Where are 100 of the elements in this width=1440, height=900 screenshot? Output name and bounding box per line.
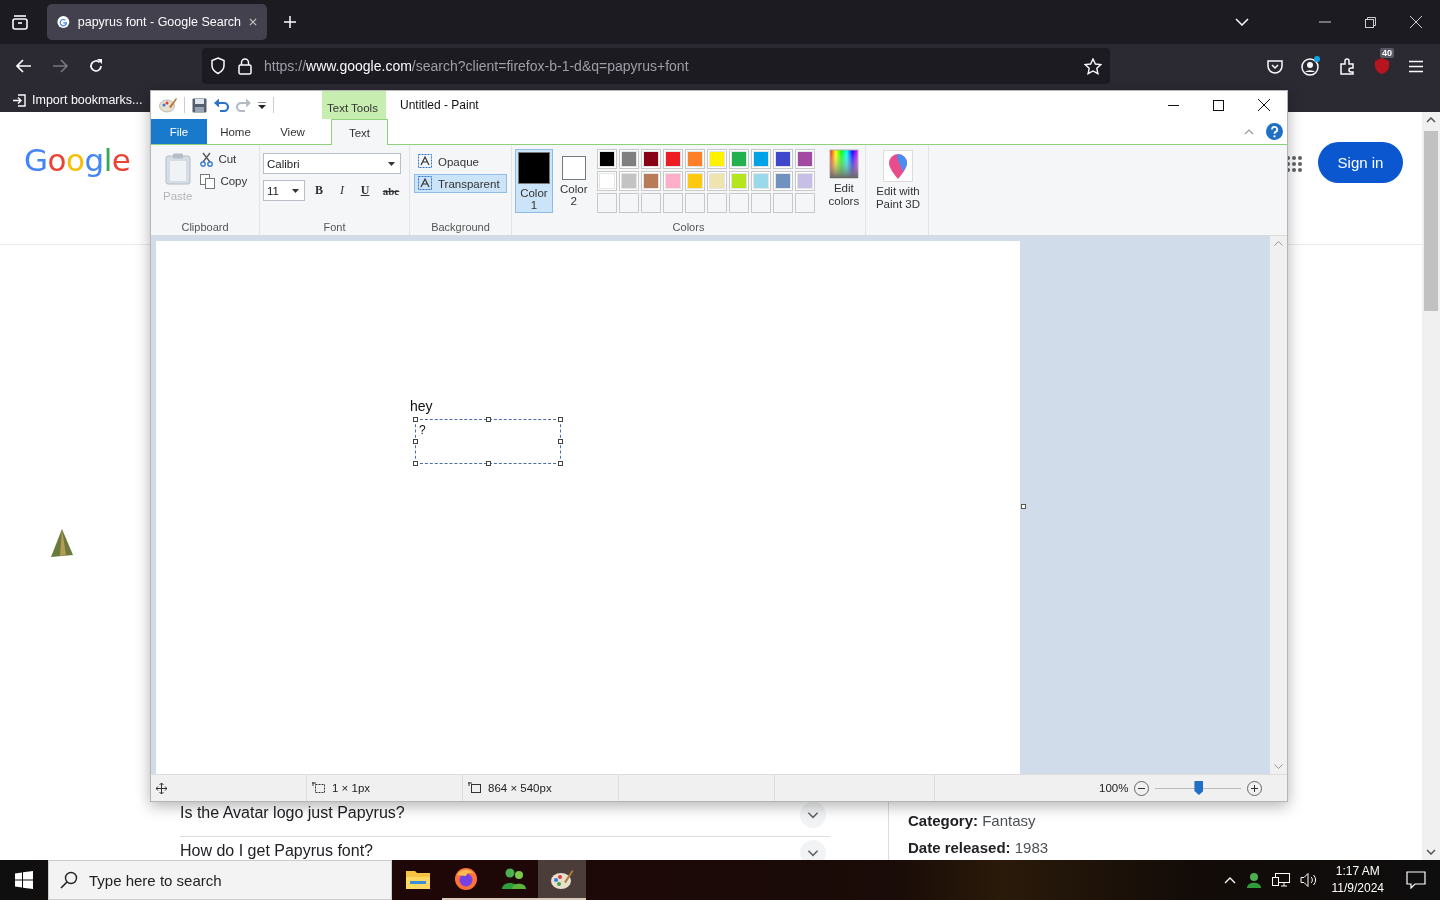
slider-thumb[interactable] bbox=[1194, 781, 1204, 795]
faq-question[interactable]: How do I get Papyrus font? bbox=[180, 840, 373, 860]
bold-button[interactable]: B bbox=[310, 183, 328, 198]
canvas-size-icon bbox=[468, 782, 482, 794]
restore-icon[interactable] bbox=[1365, 16, 1376, 28]
show-hidden-icons-icon[interactable] bbox=[1223, 876, 1236, 884]
clipboard-icon bbox=[164, 153, 191, 185]
resize-handle[interactable] bbox=[558, 417, 563, 422]
expand-chevron-icon[interactable] bbox=[800, 840, 826, 860]
paint-3d-icon bbox=[883, 150, 913, 182]
color-slot-button[interactable]: Color 1 bbox=[515, 149, 553, 213]
sign-in-button[interactable]: Sign in bbox=[1318, 142, 1403, 183]
background-option[interactable]: Transparent bbox=[414, 174, 507, 193]
extensions-icon[interactable] bbox=[1339, 57, 1356, 75]
menu-icon[interactable] bbox=[1408, 59, 1424, 73]
font-size-dropdown[interactable]: 11 bbox=[263, 180, 305, 201]
undo-icon[interactable] bbox=[214, 98, 229, 112]
clock[interactable]: 1:17 AM 11/9/2024 bbox=[1331, 863, 1384, 897]
scroll-up-icon[interactable] bbox=[1426, 117, 1436, 123]
taskbar-search-field[interactable]: Type here to search bbox=[48, 860, 392, 900]
shield-icon[interactable] bbox=[210, 57, 226, 75]
notifications-icon[interactable] bbox=[1406, 871, 1426, 889]
italic-button[interactable]: I bbox=[333, 183, 351, 198]
move-cursor-icon bbox=[156, 782, 167, 794]
ribbon-tab[interactable]: Text bbox=[331, 119, 388, 145]
drawing-canvas[interactable]: hey ? bbox=[156, 241, 1020, 774]
google-favicon-icon bbox=[57, 14, 70, 30]
canvas-size: 864 × 540px bbox=[488, 782, 552, 794]
expand-chevron-icon[interactable] bbox=[800, 802, 826, 828]
extension-badge: 40 bbox=[1380, 48, 1394, 58]
address-bar[interactable]: https://www.google.com/search?client=firefox-b-1-d&q=papyrus+font bbox=[202, 48, 1110, 84]
ribbon-tab[interactable]: View bbox=[264, 119, 321, 144]
account-icon[interactable] bbox=[1301, 56, 1321, 76]
customize-caret-icon[interactable] bbox=[258, 101, 266, 109]
cone-icon bbox=[50, 528, 74, 558]
cut-button[interactable]: Cut bbox=[200, 150, 248, 168]
person-tray-icon[interactable] bbox=[1245, 872, 1262, 888]
zoom-out-icon[interactable] bbox=[1134, 780, 1150, 796]
group-label: Font bbox=[322, 221, 347, 235]
back-icon[interactable] bbox=[16, 59, 32, 73]
bookmark-star-icon[interactable] bbox=[1084, 57, 1102, 75]
volume-icon[interactable] bbox=[1299, 872, 1318, 888]
canvas-text: hey bbox=[410, 398, 433, 414]
text-box[interactable]: ? bbox=[415, 419, 561, 464]
file-menu-button[interactable]: File bbox=[151, 119, 207, 144]
new-tab-icon[interactable] bbox=[283, 15, 297, 29]
copy-button[interactable]: Copy bbox=[200, 172, 248, 190]
edit-colors-button[interactable]: Edit colors bbox=[822, 149, 865, 208]
save-icon[interactable] bbox=[192, 97, 207, 113]
browser-tab[interactable]: papyrus font - Google Search bbox=[47, 4, 267, 40]
resize-handle[interactable] bbox=[558, 439, 563, 444]
resize-handle[interactable] bbox=[413, 417, 418, 422]
dropdown-caret-icon bbox=[388, 161, 395, 166]
fact-text: Date released: 1983 bbox=[908, 839, 1049, 856]
forward-icon[interactable] bbox=[52, 59, 68, 73]
pocket-icon[interactable] bbox=[1267, 58, 1283, 74]
background-option[interactable]: Opaque bbox=[414, 152, 507, 171]
group-label: Clipboard bbox=[180, 221, 230, 235]
help-icon[interactable] bbox=[1266, 123, 1283, 140]
close-icon[interactable] bbox=[1258, 99, 1270, 111]
strikethrough-button[interactable]: abc bbox=[379, 184, 403, 197]
resize-handle[interactable] bbox=[413, 439, 418, 444]
color-slot-button[interactable]: Color 2 bbox=[554, 149, 593, 213]
zoom-level: 100% bbox=[1099, 782, 1129, 794]
collapse-ribbon-icon[interactable] bbox=[1244, 128, 1254, 135]
scissors-icon bbox=[200, 151, 214, 167]
lock-icon[interactable] bbox=[238, 57, 252, 75]
start-icon[interactable] bbox=[15, 871, 33, 889]
selection-icon bbox=[312, 782, 326, 794]
canvas-resize-handle[interactable] bbox=[1021, 504, 1026, 509]
copy-icon bbox=[200, 173, 216, 189]
maximize-icon[interactable] bbox=[1213, 99, 1224, 111]
network-icon[interactable] bbox=[1271, 872, 1290, 888]
minimize-icon[interactable] bbox=[1168, 104, 1179, 106]
import-bookmarks-button[interactable]: Import bookmarks... bbox=[12, 93, 143, 107]
tab-list-chevron-icon[interactable] bbox=[1235, 18, 1249, 26]
scroll-down-icon[interactable] bbox=[1426, 849, 1436, 855]
tab-list-icon[interactable] bbox=[11, 14, 29, 30]
paint-app-icon[interactable] bbox=[159, 97, 177, 113]
group-label: Colors bbox=[671, 221, 706, 235]
resize-handle[interactable] bbox=[558, 461, 563, 466]
ribbon-tab[interactable]: Home bbox=[207, 119, 264, 144]
faq-question[interactable]: Is the Avatar logo just Papyrus? bbox=[180, 802, 405, 822]
resize-handle[interactable] bbox=[486, 417, 491, 422]
text-background-icon bbox=[418, 154, 434, 169]
scrollbar-thumb[interactable] bbox=[1424, 131, 1438, 311]
google-logo[interactable]: Google bbox=[24, 142, 131, 178]
font-family-dropdown[interactable]: Calibri bbox=[263, 153, 401, 174]
paint-taskbar-icon[interactable] bbox=[538, 860, 586, 900]
underline-button[interactable]: U bbox=[356, 183, 374, 198]
resize-handle[interactable] bbox=[413, 461, 418, 466]
close-tab-icon[interactable] bbox=[249, 17, 257, 27]
import-icon bbox=[12, 93, 26, 107]
reload-icon[interactable] bbox=[88, 58, 104, 74]
dropdown-caret-icon bbox=[292, 188, 299, 193]
search-icon[interactable] bbox=[60, 871, 78, 889]
apps-grid-icon[interactable] bbox=[1286, 156, 1302, 172]
resize-handle[interactable] bbox=[486, 461, 491, 466]
edit-with-paint-3d-button[interactable]: Edit with Paint 3D bbox=[869, 150, 927, 235]
zoom-in-icon[interactable] bbox=[1247, 780, 1263, 796]
